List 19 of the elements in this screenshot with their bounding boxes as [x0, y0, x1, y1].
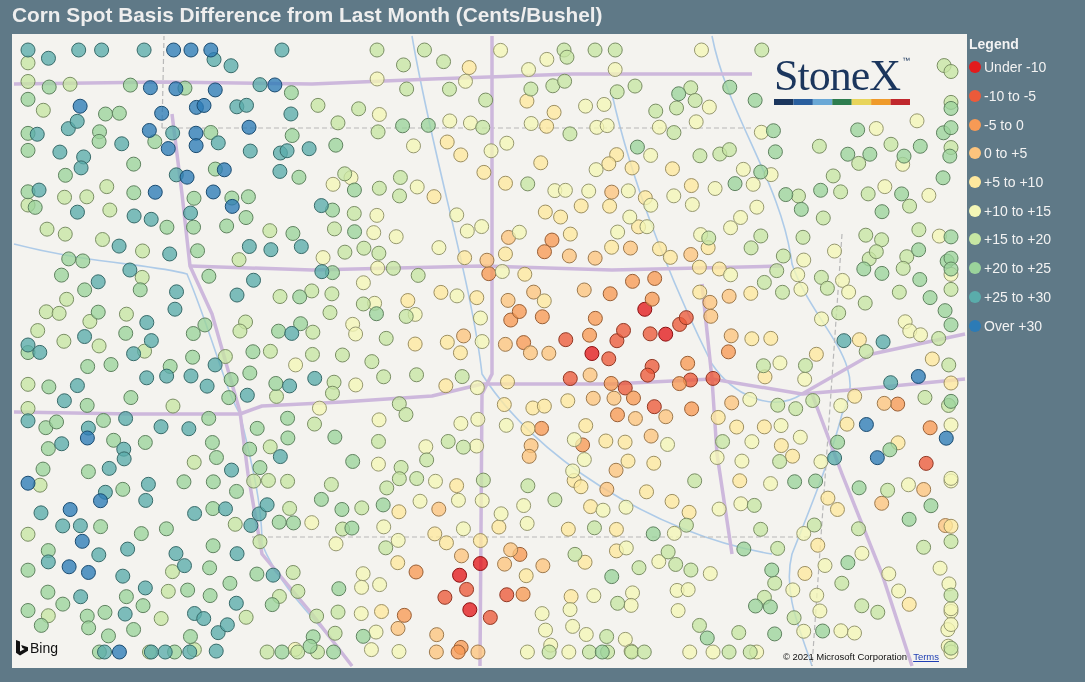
trademark-symbol: ™ — [902, 56, 910, 66]
copyright-text: © 2021 Microsoft Corporation — [782, 651, 908, 662]
legend-label: +5 to +10 — [984, 174, 1044, 191]
legend-label: Over +30 — [984, 317, 1042, 334]
legend-label: +20 to +25 — [984, 260, 1051, 277]
legend-label: -5 to 0 — [984, 116, 1024, 133]
legend-label: 0 to +5 — [984, 145, 1028, 162]
chart-title: Corn Spot Basis Difference from Last Month (Cents/Bushel) — [12, 3, 603, 27]
terms-link[interactable]: Terms — [913, 651, 939, 662]
stripe-icon — [774, 99, 910, 105]
legend-label: +10 to +15 — [984, 202, 1051, 219]
legend-title: Legend — [969, 36, 1020, 52]
legend-label: +15 to +20 — [984, 231, 1051, 248]
legend-label: Under -10 — [984, 59, 1047, 76]
logo-text: StoneX — [774, 56, 900, 96]
legend-label: -10 to -5 — [984, 88, 1037, 105]
legend-label: +25 to +30 — [984, 288, 1051, 305]
provider-name: Bing — [30, 640, 59, 656]
logo-icon — [16, 640, 28, 656]
